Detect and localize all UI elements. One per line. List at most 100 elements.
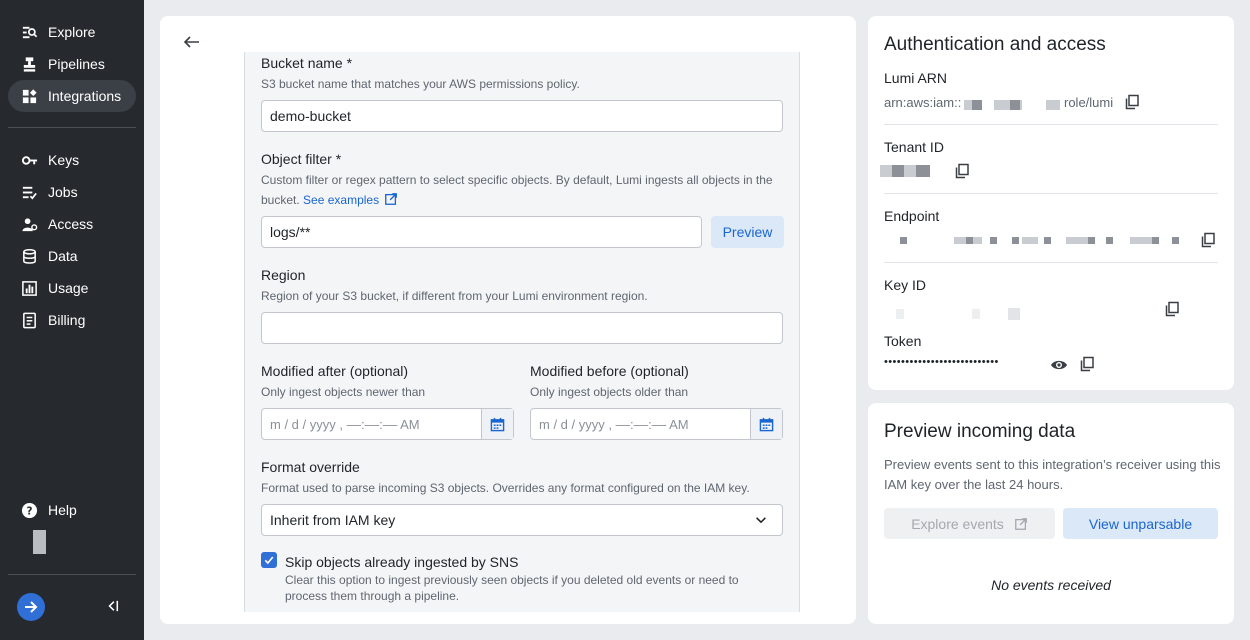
sidebar-item-help[interactable]: ? Help bbox=[8, 494, 136, 526]
endpoint-label: Endpoint bbox=[884, 208, 940, 224]
external-link-icon bbox=[385, 193, 398, 205]
object-filter-input[interactable]: logs/** bbox=[261, 216, 702, 248]
skip-sns-checkbox[interactable] bbox=[261, 552, 277, 568]
divider bbox=[884, 124, 1218, 125]
sidebar-item-label: Integrations bbox=[48, 88, 122, 104]
redacted-value bbox=[896, 309, 904, 319]
redacted-value bbox=[972, 100, 982, 110]
sidebar-item-explore[interactable]: Explore bbox=[8, 16, 136, 48]
divider bbox=[884, 193, 1218, 194]
explore-events-label: Explore events bbox=[911, 515, 1004, 532]
calendar-button[interactable] bbox=[481, 409, 513, 439]
integrations-icon bbox=[20, 87, 38, 105]
divider bbox=[884, 262, 1218, 263]
checkmark-icon bbox=[264, 556, 274, 565]
redacted-value bbox=[916, 165, 930, 177]
region-label: Region bbox=[261, 267, 306, 283]
sidebar-item-label: Keys bbox=[48, 152, 80, 168]
database-icon bbox=[20, 247, 38, 265]
sidebar-item-access[interactable]: Access bbox=[8, 208, 136, 240]
region-help: Region of your S3 bucket, if different f… bbox=[261, 289, 648, 303]
skip-sns-help: Clear this option to ingest previously s… bbox=[285, 573, 739, 603]
preview-incoming-card: Preview incoming data Preview events sen… bbox=[868, 403, 1234, 624]
copy-icon[interactable] bbox=[1079, 356, 1095, 372]
copy-icon[interactable] bbox=[1164, 301, 1180, 317]
auth-title: Authentication and access bbox=[884, 34, 1106, 55]
format-override-select[interactable]: Inherit from IAM key bbox=[261, 504, 783, 536]
integration-form-card: Bucket name * S3 bucket name that matche… bbox=[160, 16, 856, 624]
collapse-sidebar-button[interactable] bbox=[105, 597, 121, 615]
eye-icon[interactable] bbox=[1050, 357, 1068, 373]
collapse-icon bbox=[108, 600, 119, 612]
preview-button[interactable]: Preview bbox=[711, 216, 784, 248]
key-id-label: Key ID bbox=[884, 277, 927, 293]
bucket-name-label: Bucket name * bbox=[261, 55, 353, 71]
explore-events-button[interactable]: Explore events bbox=[884, 508, 1055, 539]
sidebar-item-jobs[interactable]: Jobs bbox=[8, 176, 136, 208]
redacted-value bbox=[972, 309, 980, 319]
modified-after-help: Only ingest objects newer than bbox=[261, 385, 426, 399]
calendar-button[interactable] bbox=[750, 409, 782, 439]
bucket-name-value: demo-bucket bbox=[270, 108, 351, 124]
sidebar-item-usage[interactable]: Usage bbox=[8, 272, 136, 304]
arrow-right-icon bbox=[25, 601, 38, 613]
chevron-down-icon bbox=[756, 517, 766, 524]
bucket-name-help: S3 bucket name that matches your AWS per… bbox=[261, 77, 580, 91]
authentication-card: Authentication and access Lumi ARN arn:a… bbox=[868, 16, 1234, 390]
format-override-help: Format used to parse incoming S3 objects… bbox=[261, 481, 750, 495]
sidebar-item-data[interactable]: Data bbox=[8, 240, 136, 272]
chart-icon bbox=[20, 279, 38, 297]
sidebar-item-pipelines[interactable]: Pipelines bbox=[8, 48, 136, 80]
sidebar-divider bbox=[8, 574, 136, 575]
sidebar-item-label: Explore bbox=[48, 24, 96, 40]
svg-text:?: ? bbox=[26, 505, 32, 517]
empty-state-message: No events received bbox=[991, 577, 1111, 593]
app-launcher-button[interactable] bbox=[17, 593, 45, 621]
region-input[interactable] bbox=[261, 312, 783, 344]
sidebar-item-label: Usage bbox=[48, 280, 89, 296]
copy-icon[interactable] bbox=[1124, 94, 1140, 110]
preview-description: Preview events sent to this integration’… bbox=[884, 457, 1221, 492]
modified-before-input[interactable]: m / d / yyyy , ––:––:–– AM bbox=[530, 408, 783, 440]
sidebar-item-billing[interactable]: Billing bbox=[8, 304, 136, 336]
view-unparsable-button[interactable]: View unparsable bbox=[1063, 508, 1218, 539]
copy-icon[interactable] bbox=[954, 163, 970, 179]
modified-before-help: Only ingest objects older than bbox=[530, 385, 689, 399]
modified-after-input[interactable]: m / d / yyyy , ––:––:–– AM bbox=[261, 408, 514, 440]
arn-value-prefix: arn:aws:iam:: bbox=[884, 95, 962, 110]
sidebar-item-label: Pipelines bbox=[48, 56, 105, 72]
redacted-value bbox=[1008, 308, 1020, 320]
redacted-value bbox=[1044, 237, 1051, 244]
redacted-value bbox=[966, 237, 973, 244]
help-icon: ? bbox=[20, 501, 38, 519]
object-filter-help: Custom filter or regex pattern to select… bbox=[261, 170, 783, 210]
format-override-label: Format override bbox=[261, 459, 360, 475]
token-value: ••••••••••••••••••••••••••• bbox=[884, 356, 999, 368]
arn-value-suffix: role/lumi bbox=[1064, 95, 1114, 110]
sidebar-item-label: Access bbox=[48, 216, 94, 232]
object-filter-label: Object filter * bbox=[261, 151, 342, 167]
pipelines-icon bbox=[20, 55, 38, 73]
external-link-icon bbox=[1014, 517, 1027, 530]
billing-icon bbox=[20, 311, 38, 329]
arn-label: Lumi ARN bbox=[884, 70, 948, 86]
avatar[interactable] bbox=[33, 530, 46, 554]
access-icon bbox=[20, 215, 38, 233]
skip-sns-label: Skip objects already ingested by SNS bbox=[285, 554, 519, 570]
copy-icon[interactable] bbox=[1200, 232, 1216, 248]
modified-before-placeholder: m / d / yyyy , ––:––:–– AM bbox=[539, 416, 689, 432]
sidebar-item-keys[interactable]: Keys bbox=[8, 144, 136, 176]
see-examples-link[interactable]: See examples bbox=[303, 193, 398, 207]
token-label: Token bbox=[884, 333, 922, 349]
redacted-value bbox=[1172, 237, 1179, 244]
modified-before-label: Modified before (optional) bbox=[530, 363, 689, 379]
sidebar-item-integrations[interactable]: Integrations bbox=[8, 80, 136, 112]
sidebar-item-label: Data bbox=[48, 248, 78, 264]
redacted-value bbox=[900, 237, 907, 244]
redacted-value bbox=[1012, 237, 1019, 244]
jobs-icon bbox=[20, 183, 38, 201]
arrow-left-icon bbox=[183, 36, 199, 48]
bucket-name-input[interactable]: demo-bucket bbox=[261, 100, 783, 132]
calendar-icon bbox=[490, 417, 505, 431]
back-button[interactable] bbox=[180, 30, 204, 54]
